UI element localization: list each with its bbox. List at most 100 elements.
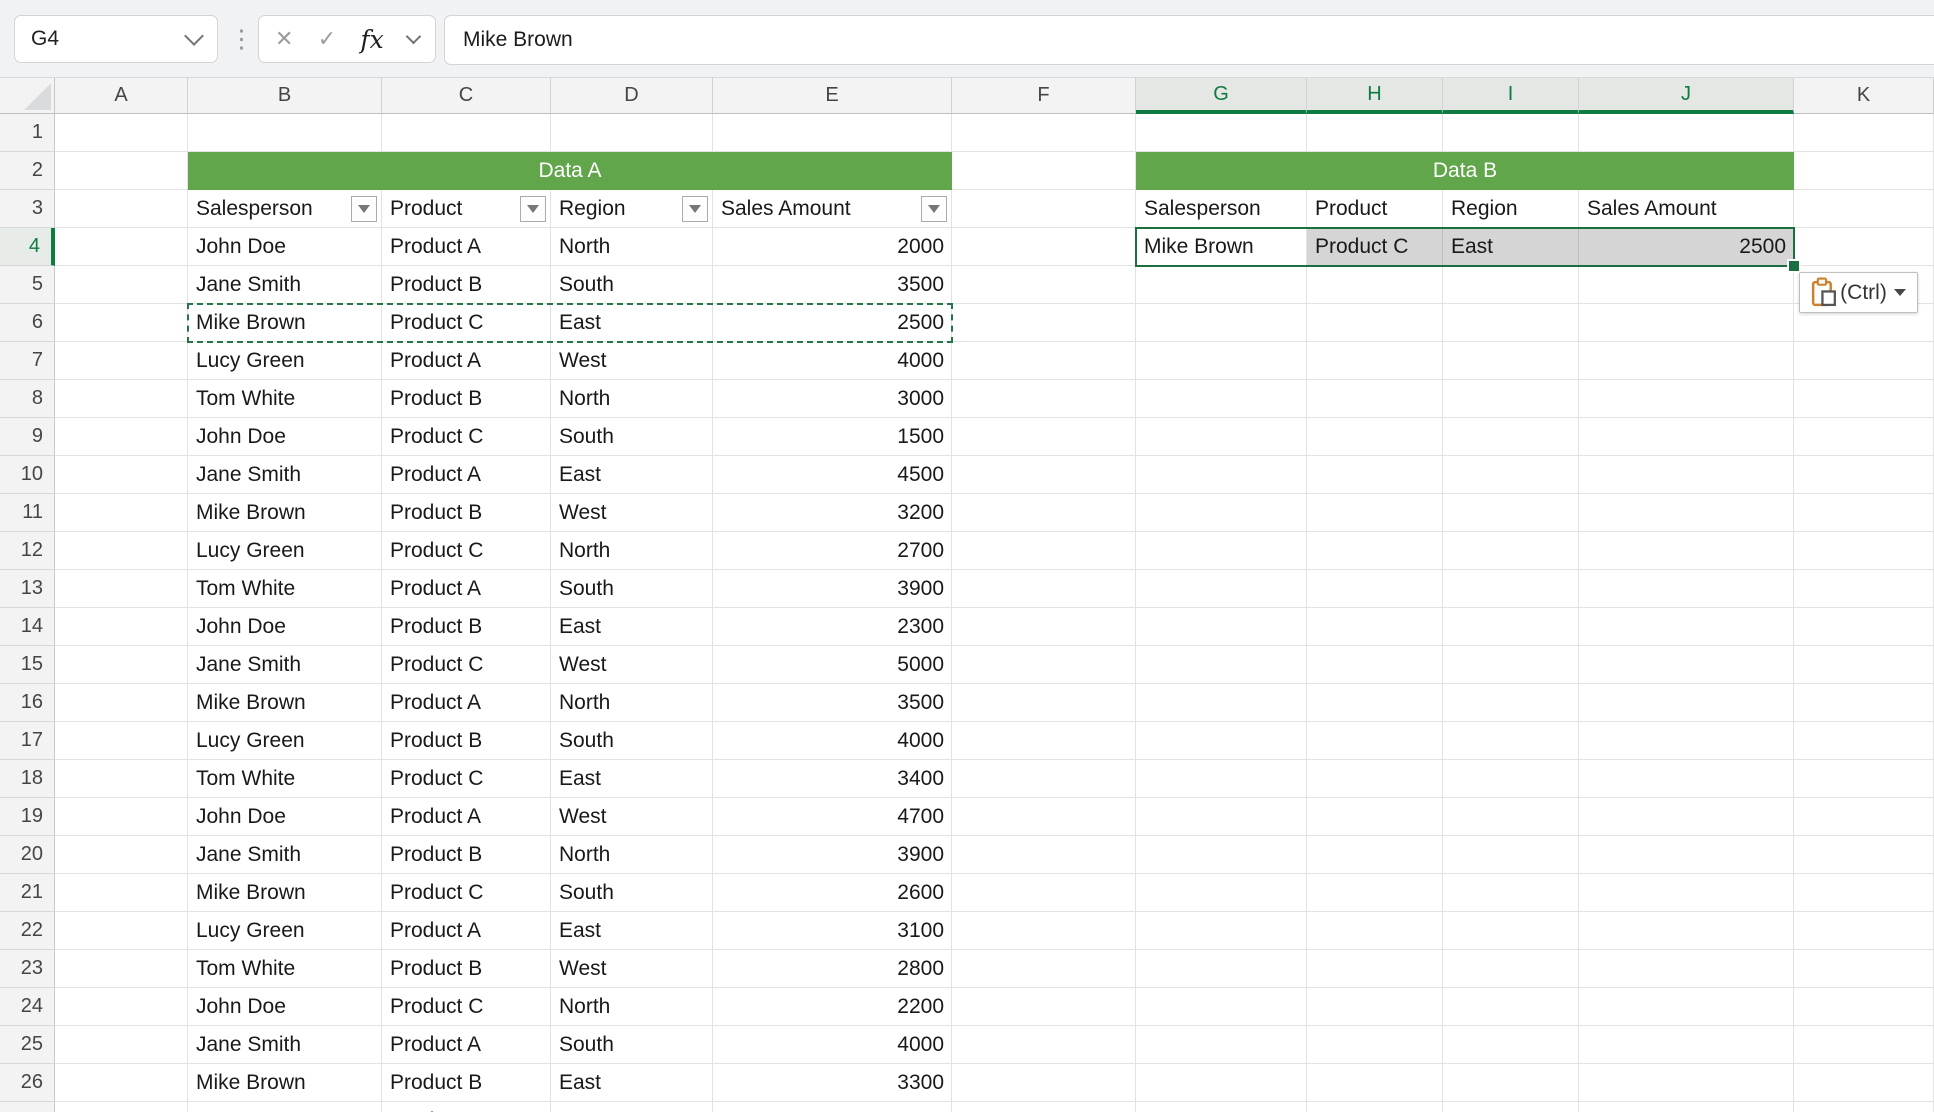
cell-C25[interactable]: Product A bbox=[382, 1026, 551, 1064]
cell-C10[interactable]: Product A bbox=[382, 456, 551, 494]
row-header-15[interactable]: 15 bbox=[0, 646, 55, 684]
cell-C26[interactable]: Product B bbox=[382, 1064, 551, 1102]
row-header-18[interactable]: 18 bbox=[0, 760, 55, 798]
cell-C11[interactable]: Product B bbox=[382, 494, 551, 532]
cell-E14[interactable]: 2300 bbox=[713, 608, 952, 646]
table-b-header-product[interactable]: Product bbox=[1307, 190, 1443, 228]
formula-input[interactable]: Mike Brown bbox=[444, 15, 1934, 65]
row-header-2[interactable]: 2 bbox=[0, 152, 55, 190]
cell-E16[interactable]: 3500 bbox=[713, 684, 952, 722]
name-box[interactable]: G4 bbox=[14, 15, 218, 63]
table-b-header-salesperson[interactable]: Salesperson bbox=[1136, 190, 1307, 228]
column-header-H[interactable]: H bbox=[1307, 78, 1443, 114]
cell-C15[interactable]: Product C bbox=[382, 646, 551, 684]
row-header-20[interactable]: 20 bbox=[0, 836, 55, 874]
enter-icon[interactable]: ✓ bbox=[318, 26, 336, 52]
row-header-11[interactable]: 11 bbox=[0, 494, 55, 532]
select-all-corner[interactable] bbox=[0, 78, 55, 114]
cell-C16[interactable]: Product A bbox=[382, 684, 551, 722]
column-header-K[interactable]: K bbox=[1794, 78, 1934, 114]
filter-button-salesperson[interactable] bbox=[351, 196, 377, 222]
cell-B20[interactable]: Jane Smith bbox=[188, 836, 382, 874]
cell-D4[interactable]: North bbox=[551, 228, 713, 266]
cell-D20[interactable]: North bbox=[551, 836, 713, 874]
cell-E4[interactable]: 2000 bbox=[713, 228, 952, 266]
cell-D15[interactable]: West bbox=[551, 646, 713, 684]
cell-B5[interactable]: Jane Smith bbox=[188, 266, 382, 304]
table-a-header-sales-amount[interactable]: Sales Amount bbox=[713, 190, 952, 228]
cell-D14[interactable]: East bbox=[551, 608, 713, 646]
row-header-14[interactable]: 14 bbox=[0, 608, 55, 646]
cell-E10[interactable]: 4500 bbox=[713, 456, 952, 494]
row-header-4[interactable]: 4 bbox=[0, 228, 55, 266]
cell-D22[interactable]: East bbox=[551, 912, 713, 950]
paste-options-button[interactable]: (Ctrl) bbox=[1799, 272, 1918, 313]
row-header-10[interactable]: 10 bbox=[0, 456, 55, 494]
cell-D21[interactable]: South bbox=[551, 874, 713, 912]
column-header-G[interactable]: G bbox=[1136, 78, 1307, 114]
cell-B8[interactable]: Tom White bbox=[188, 380, 382, 418]
filter-button-product[interactable] bbox=[520, 196, 546, 222]
table-b-header-region[interactable]: Region bbox=[1443, 190, 1579, 228]
table-b-header-sales-amount[interactable]: Sales Amount bbox=[1579, 190, 1794, 228]
cell-D19[interactable]: West bbox=[551, 798, 713, 836]
cell-E25[interactable]: 4000 bbox=[713, 1026, 952, 1064]
cell-E22[interactable]: 3100 bbox=[713, 912, 952, 950]
row-header-8[interactable]: 8 bbox=[0, 380, 55, 418]
cell-B11[interactable]: Mike Brown bbox=[188, 494, 382, 532]
cell-C4[interactable]: Product A bbox=[382, 228, 551, 266]
cell-E20[interactable]: 3900 bbox=[713, 836, 952, 874]
cell-E17[interactable]: 4000 bbox=[713, 722, 952, 760]
cell-C21[interactable]: Product C bbox=[382, 874, 551, 912]
cancel-icon[interactable]: ✕ bbox=[275, 26, 293, 52]
cell-D18[interactable]: East bbox=[551, 760, 713, 798]
row-header-17[interactable]: 17 bbox=[0, 722, 55, 760]
row-header-7[interactable]: 7 bbox=[0, 342, 55, 380]
cell-E26[interactable]: 3300 bbox=[713, 1064, 952, 1102]
cell-B21[interactable]: Mike Brown bbox=[188, 874, 382, 912]
cell-B16[interactable]: Mike Brown bbox=[188, 684, 382, 722]
row-header-22[interactable]: 22 bbox=[0, 912, 55, 950]
column-header-A[interactable]: A bbox=[55, 78, 188, 114]
row-header-3[interactable]: 3 bbox=[0, 190, 55, 228]
column-header-F[interactable]: F bbox=[952, 78, 1136, 114]
row-header-9[interactable]: 9 bbox=[0, 418, 55, 456]
column-header-B[interactable]: B bbox=[188, 78, 382, 114]
cell-B14[interactable]: John Doe bbox=[188, 608, 382, 646]
insert-function-icon[interactable]: fx bbox=[360, 25, 383, 54]
column-header-C[interactable]: C bbox=[382, 78, 551, 114]
cell-E13[interactable]: 3900 bbox=[713, 570, 952, 608]
cell-E21[interactable]: 2600 bbox=[713, 874, 952, 912]
cell-C8[interactable]: Product B bbox=[382, 380, 551, 418]
cell-B4[interactable]: John Doe bbox=[188, 228, 382, 266]
cell-E11[interactable]: 3200 bbox=[713, 494, 952, 532]
row-header-26[interactable]: 26 bbox=[0, 1064, 55, 1102]
cell-C5[interactable]: Product B bbox=[382, 266, 551, 304]
cell-D9[interactable]: South bbox=[551, 418, 713, 456]
cell-C12[interactable]: Product C bbox=[382, 532, 551, 570]
cell-B19[interactable]: John Doe bbox=[188, 798, 382, 836]
cell-E27[interactable]: 4500 bbox=[713, 1102, 952, 1112]
fill-handle[interactable] bbox=[1787, 259, 1801, 273]
column-header-E[interactable]: E bbox=[713, 78, 952, 114]
row-header-16[interactable]: 16 bbox=[0, 684, 55, 722]
cell-E9[interactable]: 1500 bbox=[713, 418, 952, 456]
cell-B12[interactable]: Lucy Green bbox=[188, 532, 382, 570]
cell-B15[interactable]: Jane Smith bbox=[188, 646, 382, 684]
cell-D13[interactable]: South bbox=[551, 570, 713, 608]
cell-E15[interactable]: 5000 bbox=[713, 646, 952, 684]
cell-D27[interactable]: West bbox=[551, 1102, 713, 1112]
cell-E8[interactable]: 3000 bbox=[713, 380, 952, 418]
cell-C17[interactable]: Product B bbox=[382, 722, 551, 760]
cell-D23[interactable]: West bbox=[551, 950, 713, 988]
cell-C27[interactable]: Product C bbox=[382, 1102, 551, 1112]
cell-E19[interactable]: 4700 bbox=[713, 798, 952, 836]
cell-D5[interactable]: South bbox=[551, 266, 713, 304]
row-header-13[interactable]: 13 bbox=[0, 570, 55, 608]
cell-B26[interactable]: Mike Brown bbox=[188, 1064, 382, 1102]
cell-C13[interactable]: Product A bbox=[382, 570, 551, 608]
column-header-D[interactable]: D bbox=[551, 78, 713, 114]
cell-B7[interactable]: Lucy Green bbox=[188, 342, 382, 380]
cell-D8[interactable]: North bbox=[551, 380, 713, 418]
row-header-21[interactable]: 21 bbox=[0, 874, 55, 912]
